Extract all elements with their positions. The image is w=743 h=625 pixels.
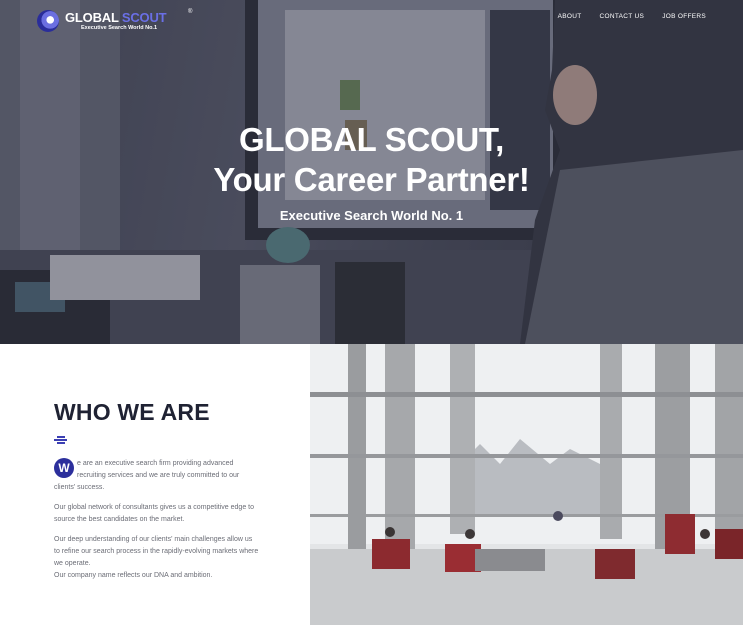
hero-title: GLOBAL SCOUT, Your Career Partner! xyxy=(0,120,743,200)
nav-link-about[interactable]: ABOUT xyxy=(558,13,582,20)
hero-heading-block: GLOBAL SCOUT, Your Career Partner! Execu… xyxy=(0,120,743,223)
logo-word-scout: SCOUT xyxy=(121,10,167,25)
top-navigation: GLOBAL SCOUT ® Executive Search World No… xyxy=(0,0,743,36)
logo-swirl-icon xyxy=(37,10,59,32)
logo-tagline: Executive Search World No.1 xyxy=(81,25,158,31)
about-paragraph-2: Our global network of consultants gives … xyxy=(54,504,254,523)
hero-subtitle: Executive Search World No. 1 xyxy=(279,208,464,223)
section-title: WHO WE ARE xyxy=(54,399,210,425)
about-paragraph-3: Our deep understanding of our clients' m… xyxy=(54,536,259,567)
registered-mark: ® xyxy=(188,9,193,15)
about-paragraph-4: Our company name reflects our DNA and am… xyxy=(54,572,213,579)
nav-link-job-offers[interactable]: JOB OFFERS xyxy=(662,13,706,20)
hero-banner: GLOBAL SCOUT ® Executive Search World No… xyxy=(0,0,743,344)
about-paragraph-1-text: e are an executive search firm providing… xyxy=(54,460,240,491)
logo-word-global: GLOBAL xyxy=(65,10,119,25)
logo-wordmark: GLOBAL SCOUT xyxy=(65,10,167,25)
office-lobby-photo xyxy=(310,344,743,625)
drop-cap-badge: W xyxy=(54,458,74,478)
brand-logo[interactable]: GLOBAL SCOUT ® Executive Search World No… xyxy=(37,9,192,33)
about-paragraph-1: We are an executive search firm providin… xyxy=(54,458,259,494)
hero-title-line2: Your Career Partner! xyxy=(213,161,530,198)
title-divider-icon xyxy=(54,436,68,444)
who-we-are-section: WHO WE ARE We are an executive search fi… xyxy=(0,344,310,625)
nav-link-contact-us[interactable]: CONTACT US xyxy=(600,13,645,20)
hero-title-line1: GLOBAL SCOUT, xyxy=(239,121,504,158)
about-text: We are an executive search firm providin… xyxy=(54,458,259,590)
main-menu: ABOUT CONTACT US JOB OFFERS xyxy=(558,13,706,20)
lobby-image xyxy=(310,344,743,625)
